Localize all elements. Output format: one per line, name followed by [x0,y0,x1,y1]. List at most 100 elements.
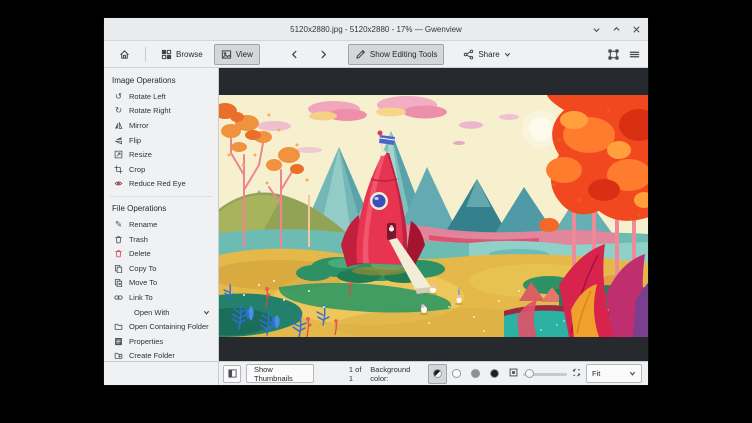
sidebar-item-rotate-left[interactable]: ↺ Rotate Left [104,89,218,104]
main-toolbar: Browse View Show Editing Tools Share [104,41,648,68]
displayed-image [219,95,648,337]
resize-icon [113,150,124,159]
item-label: Open With [134,308,169,317]
sidebar-item-open-containing-folder[interactable]: Open Containing Folder [104,319,218,334]
view-label: View [236,50,253,59]
view-image-icon [221,49,232,60]
auto-color-icon [433,369,442,378]
properties-icon [113,337,124,346]
view-button[interactable]: View [214,44,260,65]
titlebar[interactable]: 5120x2880.jpg - 5120x2880 - 17% — Gwenvi… [104,18,648,41]
sidebar-item-rename[interactable]: ✎ Rename [104,217,218,232]
delete-trash-icon [113,249,124,258]
sidebar-item-reduce-red-eye[interactable]: Reduce Red Eye [104,177,218,192]
home-icon [119,49,130,60]
browse-grid-icon [161,49,172,60]
bg-color-white-button[interactable] [447,364,466,384]
sidebar-item-move-to[interactable]: Move To [104,276,218,291]
sidebar-item-delete[interactable]: Delete [104,246,218,261]
link-icon [113,293,124,302]
zoom-slider-handle[interactable] [525,369,534,378]
window-controls [591,18,642,40]
flip-icon [113,136,124,145]
window-body: Image Operations ↺ Rotate Left ↻ Rotate … [104,68,648,361]
previous-button[interactable] [282,44,307,65]
show-thumbnails-label: Show Thumbnails [254,365,306,383]
item-label: Rotate Right [129,106,171,115]
copy-icon [113,264,124,273]
sidebar-item-copy-to[interactable]: Copy To [104,261,218,276]
toolbar-right-group [608,49,640,60]
item-label: Properties [129,337,163,346]
item-label: Delete [129,249,151,258]
desktop: 5120x2880.jpg - 5120x2880 - 17% — Gwenvi… [0,0,752,423]
item-label: Flip [129,136,141,145]
gray-color-icon [471,369,480,378]
share-button[interactable]: Share [456,44,517,65]
gwenview-window: 5120x2880.jpg - 5120x2880 - 17% — Gwenvi… [104,18,648,385]
item-label: Reduce Red Eye [129,179,186,188]
item-label: Create Folder [129,351,175,360]
sidebar-item-link-to[interactable]: Link To [104,290,218,305]
item-label: Rotate Left [129,92,166,101]
image-counter: 1 of 1 [349,365,365,383]
bg-color-auto-button[interactable] [428,364,447,384]
next-button[interactable] [311,44,336,65]
trash-icon [113,235,124,244]
rotate-right-icon: ↻ [113,105,124,116]
image-viewer-canvas[interactable] [219,68,648,361]
item-label: Trash [129,235,148,244]
sidebar-item-open-with[interactable]: Open With [104,305,218,320]
show-editing-tools-label: Show Editing Tools [370,50,437,59]
zoom-fit-icon[interactable] [509,368,518,379]
item-label: Resize [129,150,152,159]
black-color-icon [490,369,499,378]
pencil-icon [355,49,366,60]
home-button[interactable] [112,44,137,65]
item-label: Rename [129,220,157,229]
zoom-mode-dropdown[interactable]: Fit [586,364,642,383]
mirror-icon [113,121,124,130]
sidebar-toggle-button[interactable] [223,365,241,383]
sidebar-item-mirror[interactable]: Mirror [104,118,218,133]
new-folder-icon [113,351,124,360]
chevron-down-icon [504,51,511,58]
fullscreen-icon[interactable] [608,49,619,60]
sidebar-item-rotate-right[interactable]: ↻ Rotate Right [104,104,218,119]
item-label: Copy To [129,264,156,273]
show-editing-tools-button[interactable]: Show Editing Tools [348,44,444,65]
chevron-left-icon [289,49,300,60]
sidebar-item-resize[interactable]: Resize [104,147,218,162]
sidebar-item-create-folder[interactable]: Create Folder [104,349,218,362]
sidebar-item-properties[interactable]: Properties [104,334,218,349]
minimize-icon[interactable] [591,24,602,35]
zoom-actual-size-icon[interactable] [572,368,581,379]
toolbar-separator [145,47,146,62]
zoom-mode-value: Fit [592,369,600,378]
red-eye-icon [113,179,124,188]
share-label: Share [478,50,499,59]
show-thumbnails-button[interactable]: Show Thumbnails [246,364,314,383]
chevron-down-icon [629,370,636,377]
hamburger-menu-icon[interactable] [629,49,640,60]
item-label: Link To [129,293,153,302]
bg-color-gray-button[interactable] [466,364,485,384]
rotate-left-icon: ↺ [113,91,124,102]
maximize-icon[interactable] [611,24,622,35]
bg-color-black-button[interactable] [485,364,504,384]
close-icon[interactable] [631,24,642,35]
sidebar-item-crop[interactable]: Crop [104,162,218,177]
item-label: Mirror [129,121,149,130]
sidebar-content: Image Operations ↺ Rotate Left ↻ Rotate … [104,68,218,361]
folder-icon [113,322,124,331]
zoom-slider[interactable] [523,366,567,382]
sidebar-divider [110,196,212,197]
item-label: Open Containing Folder [129,322,209,331]
move-icon [113,278,124,287]
browse-button[interactable]: Browse [154,44,210,65]
item-label: Crop [129,165,145,174]
sidebar-item-flip[interactable]: Flip [104,133,218,148]
chevron-right-icon [318,49,329,60]
sidebar-item-trash[interactable]: Trash [104,232,218,247]
crop-icon [113,165,124,174]
